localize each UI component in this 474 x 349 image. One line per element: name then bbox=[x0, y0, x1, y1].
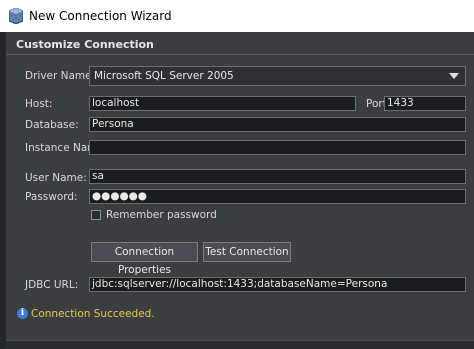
driver-name-value: Microsoft SQL Server 2005 bbox=[94, 70, 234, 82]
section-title: Customize Connection bbox=[16, 38, 154, 51]
app-icon bbox=[9, 8, 23, 24]
section-header: Customize Connection bbox=[6, 32, 474, 55]
driver-name-select[interactable]: Microsoft SQL Server 2005 bbox=[89, 66, 466, 86]
connection-properties-button[interactable]: Connection Properties bbox=[91, 242, 198, 276]
port-field[interactable]: 1433 bbox=[384, 96, 466, 111]
wizard-dialog: Customize Connection Driver Name: Micros… bbox=[6, 32, 474, 348]
host-field[interactable]: localhost bbox=[89, 96, 356, 111]
remember-password-label[interactable]: Remember password bbox=[106, 209, 217, 221]
connection-form: Driver Name: Microsoft SQL Server 2005 H… bbox=[14, 60, 474, 342]
status-message: Connection Succeeded. bbox=[31, 308, 155, 320]
user-name-label: User Name: bbox=[25, 172, 87, 184]
test-connection-button[interactable]: Test Connection bbox=[203, 242, 291, 262]
driver-name-label: Driver Name: bbox=[25, 70, 96, 82]
password-field[interactable]: ●●●●●● bbox=[89, 189, 466, 204]
title-bar[interactable]: New Connection Wizard bbox=[0, 0, 474, 33]
jdbc-url-field[interactable]: jdbc:sqlserver://localhost:1433;database… bbox=[89, 277, 466, 292]
jdbc-url-label: JDBC URL: bbox=[25, 279, 79, 291]
password-label: Password: bbox=[25, 191, 78, 203]
info-icon: i bbox=[17, 308, 28, 319]
window-title: New Connection Wizard bbox=[29, 9, 172, 23]
instance-name-field[interactable] bbox=[89, 140, 466, 155]
chevron-down-icon[interactable] bbox=[449, 73, 459, 79]
host-label: Host: bbox=[25, 98, 53, 110]
user-name-field[interactable]: sa bbox=[89, 169, 466, 184]
database-label: Database: bbox=[25, 119, 79, 131]
database-field[interactable]: Persona bbox=[89, 117, 466, 132]
remember-password-checkbox[interactable] bbox=[91, 210, 101, 220]
